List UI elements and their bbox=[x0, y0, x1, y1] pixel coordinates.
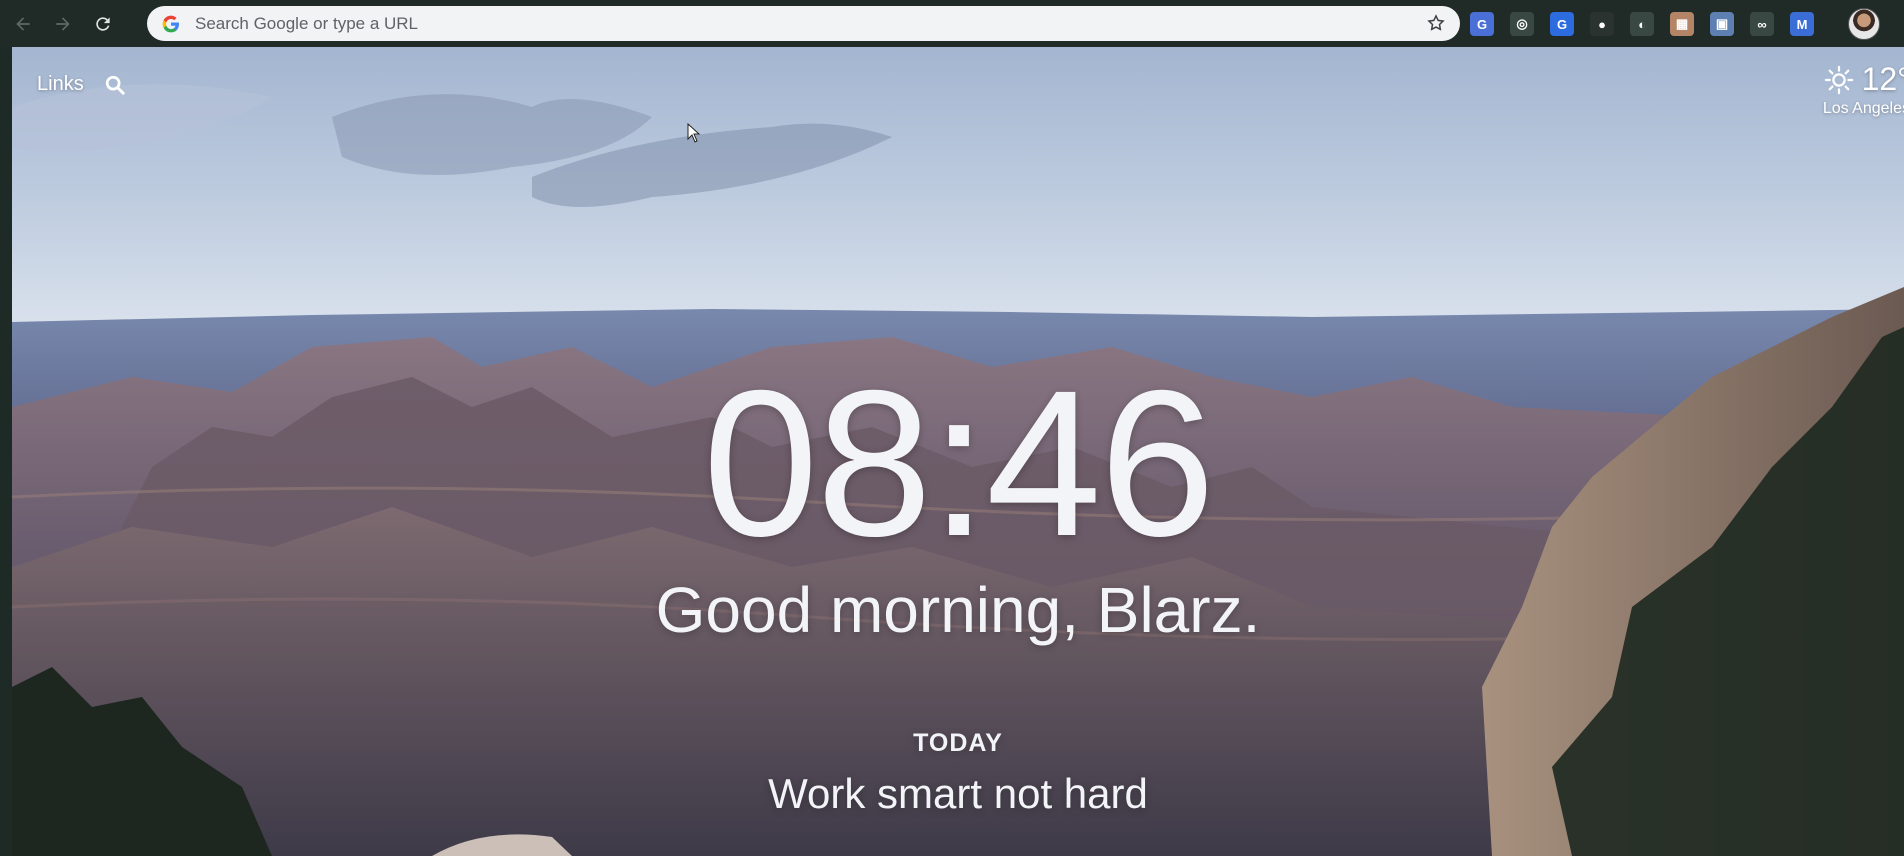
clock-time: 08:46 bbox=[702, 348, 1216, 580]
back-arrow-icon bbox=[16, 16, 30, 31]
dark-extension-icon[interactable]: ● bbox=[1590, 12, 1614, 36]
briefcase-extension-icon[interactable]: ▣ bbox=[1710, 12, 1734, 36]
weather-location: Los Angeles bbox=[1822, 100, 1904, 117]
forward-arrow-icon bbox=[56, 16, 70, 31]
greeting-text: Good morning, Blarz. bbox=[655, 574, 1261, 646]
omnibox-input[interactable] bbox=[193, 12, 1377, 35]
translate-extension-icon[interactable]: G bbox=[1470, 12, 1494, 36]
blue-circle-extension-icon[interactable]: M bbox=[1790, 12, 1814, 36]
daily-focus-text[interactable]: Work smart not hard bbox=[12, 769, 1904, 819]
profile-avatar[interactable] bbox=[1848, 8, 1880, 40]
grammarly-extension-icon[interactable]: G bbox=[1550, 12, 1574, 36]
back-button[interactable] bbox=[6, 7, 40, 41]
extensions-tray: G ◎ G ● ◐ ▦ ▣ ∞ M bbox=[1470, 8, 1830, 40]
reload-icon bbox=[96, 16, 110, 31]
browser-toolbar: G ◎ G ● ◐ ▦ ▣ ∞ M bbox=[0, 0, 1904, 47]
bookmark-star-icon[interactable] bbox=[1426, 13, 1446, 33]
target-extension-icon[interactable]: ◎ bbox=[1510, 12, 1534, 36]
new-tab-page: Links 12° Los Angeles 08:46 Good morning… bbox=[12, 47, 1904, 856]
sun-icon bbox=[1824, 65, 1853, 94]
glasses-extension-icon[interactable]: ∞ bbox=[1750, 12, 1774, 36]
reload-button[interactable] bbox=[86, 7, 120, 41]
clock-extension-icon[interactable]: ◐ bbox=[1630, 12, 1654, 36]
mouse-cursor-icon bbox=[687, 123, 701, 143]
forward-button[interactable] bbox=[46, 7, 80, 41]
address-bar[interactable] bbox=[147, 6, 1460, 41]
google-g-icon bbox=[162, 15, 179, 32]
top-left-controls: Links bbox=[37, 73, 126, 96]
weather-widget[interactable]: 12° Los Angeles bbox=[1823, 61, 1904, 118]
today-label: TODAY bbox=[913, 729, 1003, 757]
image-extension-icon[interactable]: ▦ bbox=[1670, 12, 1694, 36]
temperature: 12° bbox=[1861, 61, 1904, 97]
search-icon[interactable] bbox=[104, 74, 126, 96]
links-button[interactable]: Links bbox=[37, 73, 84, 96]
